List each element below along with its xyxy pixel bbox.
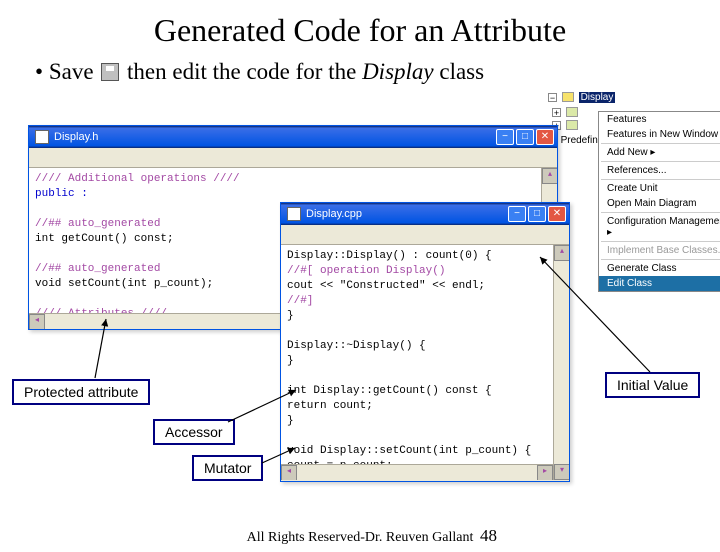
menu-item[interactable]: Features in New Window: [599, 127, 720, 142]
context-menu: FeaturesFeatures in New Window Add New ▸ R…: [598, 111, 720, 292]
menu-separator: [601, 143, 720, 144]
footer-text: All Rights Reserved-Dr. Reuven Gallant: [0, 530, 720, 546]
menu-item[interactable]: Edit Class: [599, 276, 720, 291]
class-icon: [562, 92, 574, 102]
code-line: Display::~Display() {: [287, 339, 563, 354]
label-mutator: Mutator: [192, 455, 263, 481]
code-line: [287, 429, 563, 444]
scroll-left-button[interactable]: ◂: [29, 314, 45, 329]
bullet-tail: class: [434, 59, 484, 84]
window-title: Display.cpp: [306, 208, 508, 220]
code-line: cout << "Constructed" << endl;: [287, 279, 563, 294]
page-number: 48: [480, 526, 497, 546]
menu-separator: [601, 259, 720, 260]
menu-item[interactable]: Features: [599, 112, 720, 127]
code-line: //// Additional operations ////: [35, 172, 551, 187]
bullet-before: Save: [49, 59, 94, 84]
doc-icon: [287, 207, 301, 221]
scrollbar-vertical[interactable]: ▴ ▾: [553, 245, 569, 480]
maximize-button[interactable]: □: [528, 206, 546, 222]
scroll-left-button[interactable]: ◂: [281, 465, 297, 480]
close-button[interactable]: ✕: [536, 129, 554, 145]
code-line: }: [287, 414, 563, 429]
code-line: }: [287, 309, 563, 324]
code-line: int Display::getCount() const {: [287, 384, 563, 399]
menu-item: Implement Base Classes...: [599, 243, 720, 258]
toolbar: [29, 148, 557, 168]
code-line: [287, 369, 563, 384]
menu-item[interactable]: References...: [599, 163, 720, 178]
close-button[interactable]: ✕: [548, 206, 566, 222]
bullet-em: Display: [362, 59, 434, 84]
menu-item[interactable]: Configuration Management ▸: [599, 214, 720, 240]
toolbar: [281, 225, 569, 245]
window-title: Display.h: [54, 131, 496, 143]
label-accessor: Accessor: [153, 419, 235, 445]
menu-separator: [601, 212, 720, 213]
code-line: public :: [35, 187, 551, 202]
scroll-up-button[interactable]: ▴: [554, 245, 569, 261]
maximize-button[interactable]: □: [516, 129, 534, 145]
code-line: //#]: [287, 294, 563, 309]
scroll-down-button[interactable]: ▾: [554, 464, 569, 480]
scroll-right-button[interactable]: ▸: [537, 465, 553, 480]
titlebar-display-h: Display.h − □ ✕: [29, 126, 557, 148]
minimize-button[interactable]: −: [508, 206, 526, 222]
code-area-cpp[interactable]: Display::Display() : count(0) { //#[ ope…: [281, 245, 569, 480]
bullet-after: then edit the code for the: [127, 59, 362, 84]
menu-item[interactable]: Generate Class: [599, 261, 720, 276]
titlebar-display-cpp: Display.cpp − □ ✕: [281, 203, 569, 225]
bullet-line: • Save then edit the code for the Displa…: [35, 59, 720, 85]
label-protected-attribute: Protected attribute: [12, 379, 150, 405]
code-line: }: [287, 354, 563, 369]
menu-separator: [601, 161, 720, 162]
label-initial-value: Initial Value: [605, 372, 700, 398]
menu-item[interactable]: Add New ▸: [599, 145, 720, 160]
menu-separator: [601, 241, 720, 242]
code-line: Display::Display() : count(0) {: [287, 249, 563, 264]
slide-title: Generated Code for an Attribute: [0, 12, 720, 49]
code-line: [287, 324, 563, 339]
tree-node-label: Display: [579, 92, 616, 103]
window-display-cpp: Display.cpp − □ ✕ Display::Display() : c…: [280, 202, 570, 482]
scrollbar-horizontal[interactable]: ◂ ▸: [281, 464, 553, 480]
minimize-button[interactable]: −: [496, 129, 514, 145]
code-line: return count;: [287, 399, 563, 414]
save-icon: [101, 63, 119, 81]
code-line: //#[ operation Display(): [287, 264, 563, 279]
tree-node-display[interactable]: − Display: [548, 92, 618, 103]
code-line: void Display::setCount(int p_count) {: [287, 444, 563, 459]
doc-icon: [35, 130, 49, 144]
menu-item[interactable]: Create Unit: [599, 181, 720, 196]
tree-expand-icon[interactable]: −: [548, 93, 557, 102]
scroll-up-button[interactable]: ▴: [542, 168, 557, 184]
menu-separator: [601, 179, 720, 180]
menu-item[interactable]: Open Main Diagram: [599, 196, 720, 211]
